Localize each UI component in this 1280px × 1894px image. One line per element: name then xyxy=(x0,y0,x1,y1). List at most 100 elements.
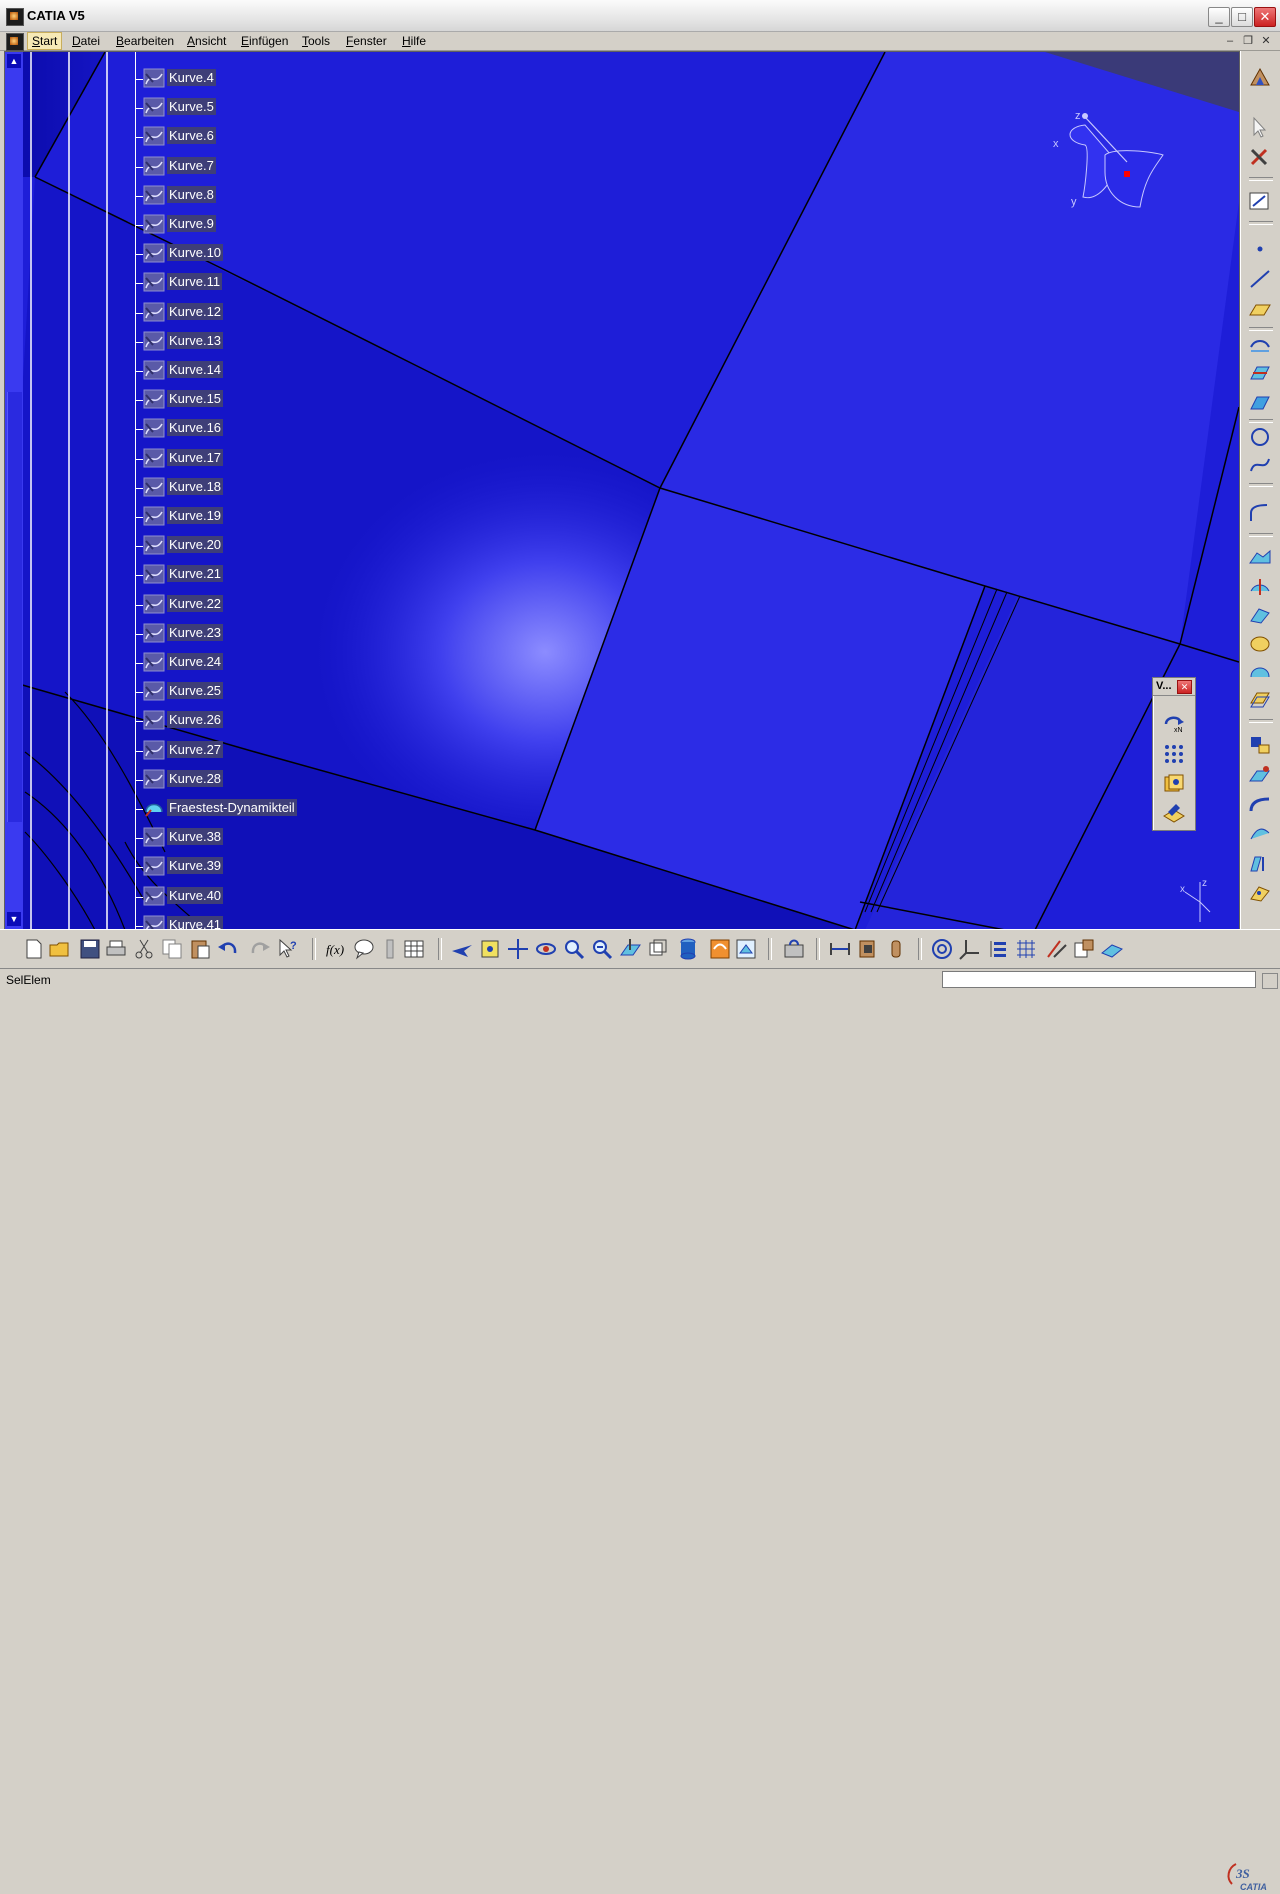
other-selection-icon[interactable] xyxy=(1100,937,1124,961)
menu-bearbeiten[interactable]: Bearbeiten xyxy=(112,33,178,49)
point-icon[interactable] xyxy=(1247,237,1273,261)
copy-icon[interactable] xyxy=(160,937,184,961)
menu-hilfe[interactable]: Hilfe xyxy=(398,33,430,49)
corner-icon[interactable] xyxy=(1247,501,1273,525)
maximize-button[interactable]: □ xyxy=(1231,7,1253,27)
sweep-icon[interactable] xyxy=(1247,659,1273,683)
curve-icon[interactable] xyxy=(143,389,165,409)
intersection-icon[interactable] xyxy=(1247,361,1273,385)
menu-datei[interactable]: Datei xyxy=(68,33,104,49)
command-input[interactable] xyxy=(942,971,1256,988)
3d-viewport[interactable]: ▲ ▼ Kurve.4 Kurve.5 Kurve.6 Kurve.7 Kurve.8 K… xyxy=(4,51,1240,931)
tree-layout-icon[interactable] xyxy=(986,937,1010,961)
floating-toolbar-header[interactable]: V... ✕ xyxy=(1153,678,1195,696)
translate-icon[interactable] xyxy=(1247,821,1273,845)
fillet-icon[interactable] xyxy=(1247,793,1273,817)
curve-icon[interactable] xyxy=(143,331,165,351)
floating-toolbar-close-button[interactable]: ✕ xyxy=(1177,680,1192,694)
curve-icon[interactable] xyxy=(143,564,165,584)
select-arrow-icon[interactable] xyxy=(1247,115,1273,139)
join-icon[interactable] xyxy=(1247,545,1273,569)
sketcher-icon[interactable] xyxy=(1247,189,1273,213)
menu-tools[interactable]: Tools xyxy=(298,33,334,49)
extrapolate-icon[interactable] xyxy=(1247,851,1273,875)
document-menu-icon[interactable] xyxy=(6,33,24,51)
curve-icon[interactable] xyxy=(143,856,165,876)
cut-icon[interactable] xyxy=(132,937,156,961)
mdi-close-button[interactable]: ✕ xyxy=(1258,33,1274,49)
swap-visible-space-icon[interactable] xyxy=(734,937,758,961)
curve-icon[interactable] xyxy=(143,710,165,730)
powercopy-instantiation-icon[interactable] xyxy=(1162,800,1186,824)
curve-icon[interactable] xyxy=(143,477,165,497)
measure-between-icon[interactable] xyxy=(828,937,852,961)
grid-icon[interactable] xyxy=(1014,937,1038,961)
zoom-in-icon[interactable] xyxy=(562,937,586,961)
curve-icon[interactable] xyxy=(143,272,165,292)
axis-system-icon[interactable] xyxy=(958,937,982,961)
split-icon[interactable] xyxy=(1247,575,1273,599)
rotate-icon[interactable] xyxy=(534,937,558,961)
spline-icon[interactable] xyxy=(1247,453,1273,477)
update-icon[interactable] xyxy=(930,937,954,961)
menu-ansicht[interactable]: Ansicht xyxy=(183,33,230,49)
work-on-support-icon[interactable] xyxy=(1044,937,1068,961)
curve-icon[interactable] xyxy=(143,769,165,789)
compass-icon[interactable]: z x y xyxy=(1045,107,1175,212)
curve-icon[interactable] xyxy=(143,594,165,614)
scroll-up-arrow-icon[interactable]: ▲ xyxy=(7,54,21,68)
offset-icon[interactable] xyxy=(1247,687,1273,711)
snap-to-point-icon[interactable] xyxy=(1072,937,1096,961)
extract-icon[interactable] xyxy=(1247,763,1273,787)
curve-icon[interactable] xyxy=(143,827,165,847)
part-body-icon[interactable] xyxy=(143,798,165,818)
scroll-thumb[interactable] xyxy=(7,392,22,822)
mdi-minimize-button[interactable]: – xyxy=(1222,33,1238,49)
measure-icon[interactable] xyxy=(378,937,402,961)
resize-grip[interactable] xyxy=(1262,973,1278,989)
curve-icon[interactable] xyxy=(143,418,165,438)
measure-item-icon[interactable] xyxy=(856,937,880,961)
print-icon[interactable] xyxy=(104,937,128,961)
scroll-down-arrow-icon[interactable]: ▼ xyxy=(7,912,21,926)
fit-all-in-icon[interactable] xyxy=(478,937,502,961)
curve-icon[interactable] xyxy=(143,506,165,526)
duplicate-geometric-set-icon[interactable] xyxy=(1162,772,1186,796)
zoom-out-icon[interactable] xyxy=(590,937,614,961)
close-button[interactable]: ✕ xyxy=(1254,7,1276,27)
open-folder-icon[interactable] xyxy=(48,937,72,961)
pan-icon[interactable] xyxy=(506,937,530,961)
line-icon[interactable] xyxy=(1247,267,1273,291)
paste-icon[interactable] xyxy=(188,937,212,961)
tools-icon[interactable] xyxy=(1247,145,1273,169)
measure-inertia-icon[interactable] xyxy=(884,937,908,961)
grid-pattern-icon[interactable] xyxy=(1162,742,1186,766)
tree-scrollbar[interactable]: ▲ ▼ xyxy=(5,52,23,930)
redo-icon[interactable] xyxy=(248,937,272,961)
curve-icon[interactable] xyxy=(143,243,165,263)
catalog-browser-icon[interactable] xyxy=(782,937,806,961)
fill-surface-icon[interactable] xyxy=(1247,631,1273,655)
save-icon[interactable] xyxy=(78,937,102,961)
circle-icon[interactable] xyxy=(1247,425,1273,449)
curve-icon[interactable] xyxy=(143,681,165,701)
minimize-button[interactable]: _ xyxy=(1208,7,1230,27)
knowledge-icon[interactable] xyxy=(352,937,376,961)
render-style-icon[interactable] xyxy=(676,937,700,961)
mdi-restore-button[interactable]: ❐ xyxy=(1240,33,1256,49)
curve-icon[interactable] xyxy=(143,652,165,672)
new-document-icon[interactable] xyxy=(22,937,46,961)
catia-app-icon[interactable] xyxy=(6,8,24,26)
view-selector-icon[interactable] xyxy=(646,937,670,961)
plane-icon[interactable] xyxy=(1247,297,1273,321)
law-icon[interactable] xyxy=(1247,881,1273,905)
extrude-icon[interactable] xyxy=(1247,389,1273,413)
floating-toolbar[interactable]: V... ✕ xN xyxy=(1152,677,1196,831)
curve-icon[interactable] xyxy=(143,156,165,176)
trim-icon[interactable] xyxy=(1247,603,1273,627)
curve-icon[interactable] xyxy=(143,68,165,88)
curve-icon[interactable] xyxy=(143,126,165,146)
repeat-object-icon[interactable]: xN xyxy=(1162,710,1186,734)
normal-view-icon[interactable] xyxy=(618,937,642,961)
curve-icon[interactable] xyxy=(143,302,165,322)
